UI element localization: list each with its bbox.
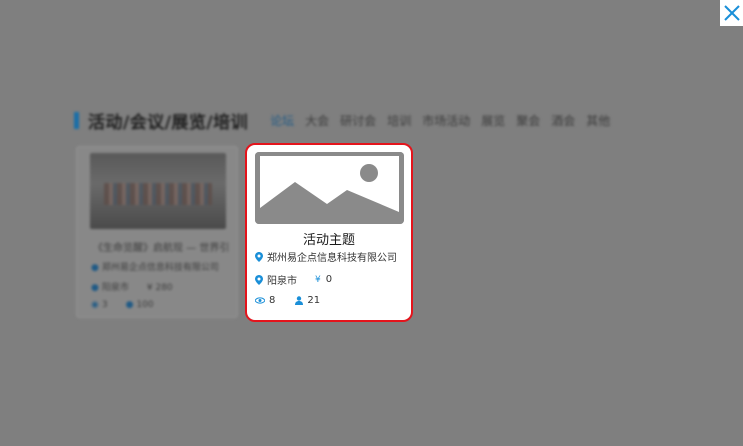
event-price: 0 [325,274,333,285]
view-count: 8 [269,295,276,306]
event-organizer: 郑州易企点信息科技有限公司 [255,249,397,264]
event-stats: ◉ 3 ● 100 [91,300,154,310]
title-accent-bar [74,111,79,129]
organizer-name: 郑州易企点信息科技有限公司 [267,253,397,264]
close-button[interactable] [720,0,743,26]
price-symbol: ¥ [315,274,321,285]
event-title: 活动主题 [302,233,355,248]
image-placeholder-icon [255,152,404,224]
location-pin-icon: ● [91,263,99,273]
person-icon: ● [125,300,134,310]
location-pin-icon [255,251,263,262]
person-icon [295,296,304,305]
tab-exhibition[interactable]: 展览 [481,112,505,129]
location-pin-icon: ● [91,283,99,293]
event-thumbnail [90,153,226,229]
tab-training[interactable]: 培训 [387,112,411,129]
tab-forum[interactable]: 论坛 [270,112,294,129]
tab-conference[interactable]: 大会 [305,112,329,129]
location-pin-icon [255,274,263,285]
section-title: 活动/会议/展览/培训 [88,112,249,133]
tab-seminar[interactable]: 研讨会 [340,112,376,129]
tab-marketing[interactable]: 市场活动 [422,112,470,129]
eye-icon: ◉ [91,300,99,310]
event-card[interactable]: 活动主题 郑州易企点信息科技有限公司 阳泉市 ¥ 0 8 21 [245,143,413,322]
event-company: ● 郑州易企点信息科技有限公司 [91,263,219,273]
background-event-card[interactable]: 《生命览醒》启航现 — 世界引 ● 郑州易企点信息科技有限公司 ● 阳泉市 ¥ 280… [76,146,238,318]
image-placeholder [255,152,404,224]
close-icon [723,5,740,21]
event-title: 《生命览醒》启航现 — 世界引 [93,243,230,254]
event-city: 阳泉市 [267,276,297,287]
eye-icon [255,297,265,304]
section-header: 活动/会议/展览/培训 论坛 大会 研讨会 培训 市场活动 展览 聚会 酒会 其… [74,106,621,134]
tab-gathering[interactable]: 聚会 [516,112,540,129]
participant-count: 21 [307,295,321,306]
tab-reception[interactable]: 酒会 [551,112,575,129]
event-stats: 8 21 [255,295,320,306]
tab-other[interactable]: 其他 [586,112,610,129]
event-city-price: ● 阳泉市 ¥ 280 [91,283,173,293]
event-location-price: 阳泉市 ¥ 0 [255,272,332,287]
category-tabs: 论坛 大会 研讨会 培训 市场活动 展览 聚会 酒会 其他 [270,112,621,129]
